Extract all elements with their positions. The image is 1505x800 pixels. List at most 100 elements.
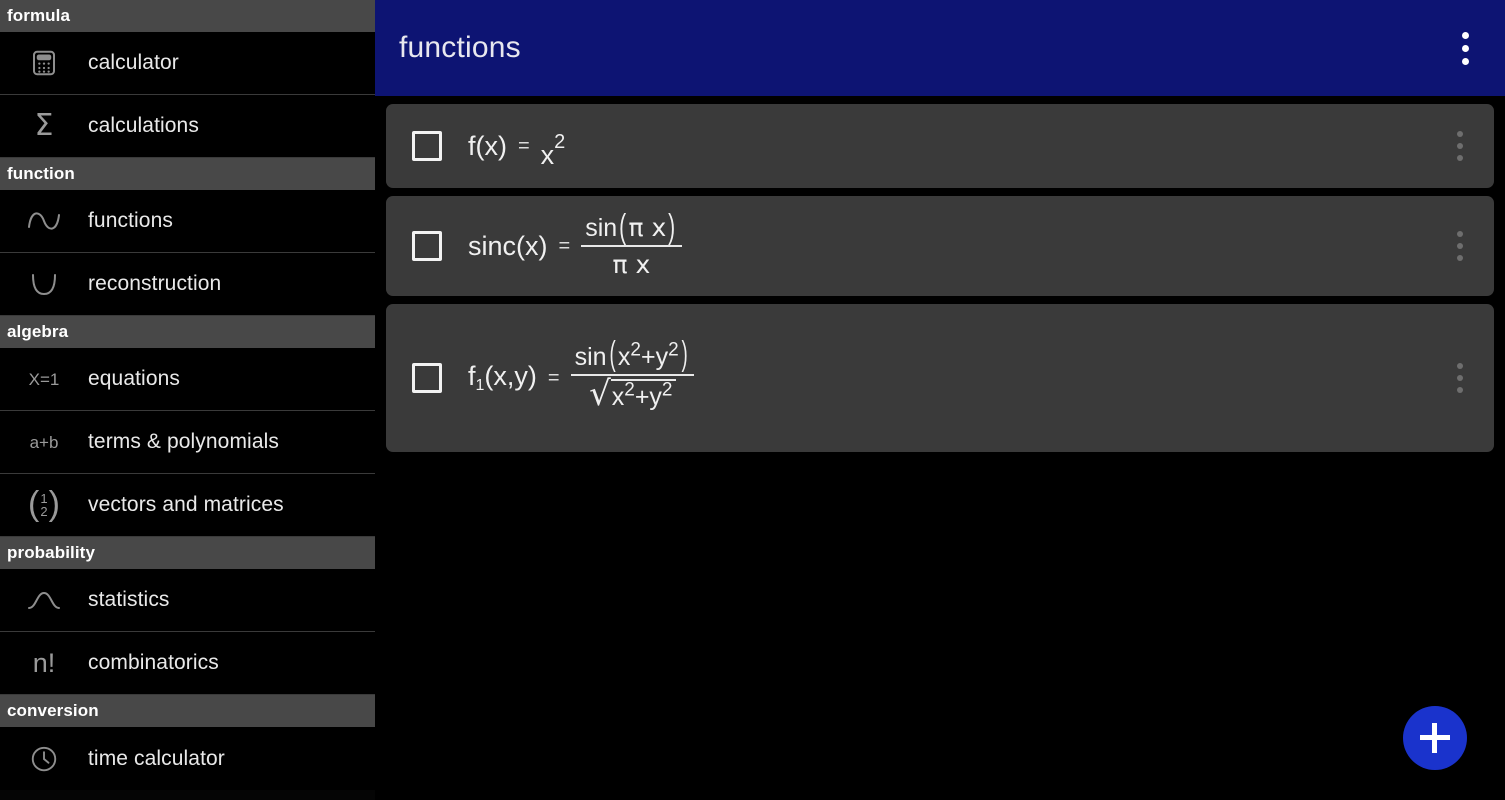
formula-lhs: sinc(x)	[468, 230, 548, 261]
a-plus-b-icon-text: a+b	[29, 432, 59, 452]
sidebar-item-reconstruction[interactable]: reconstruction	[0, 253, 375, 316]
column-vector-icon: ( 1 2 )	[0, 485, 88, 524]
left-paren: (	[619, 208, 627, 246]
vector-left-paren: (	[28, 485, 40, 524]
square-root-icon: √ x2+y2	[589, 374, 676, 414]
sidebar-item-calculations[interactable]: Σ calculations	[0, 95, 375, 158]
fraction-denominator: π x	[612, 250, 651, 279]
more-vertical-icon[interactable]	[1443, 18, 1487, 78]
kebab-dot	[1457, 243, 1463, 249]
power-exponent: 2	[554, 130, 566, 153]
formula-row[interactable]: f1(x,y) = sin(x2+y2) √ x2+y2	[386, 304, 1494, 452]
formula-row[interactable]: sinc(x) = sin(π x) π x	[386, 196, 1494, 296]
sidebar-item-time-calculator[interactable]: time calculator	[0, 727, 375, 790]
formula-rhs-fraction: sin(π x) π x	[581, 208, 682, 279]
kebab-dot	[1457, 143, 1463, 149]
formula-lhs: f1(x,y)	[468, 361, 537, 395]
a-plus-b-icon: a+b	[0, 434, 88, 451]
den-base-2: y	[649, 383, 662, 411]
kebab-dot	[1461, 57, 1469, 65]
sidebar-item-vectors-and-matrices[interactable]: ( 1 2 ) vectors and matrices	[0, 474, 375, 537]
numerator-argument: π x	[628, 213, 667, 242]
power-base: x	[540, 139, 555, 170]
formula-row-menu-icon[interactable]	[1438, 116, 1482, 176]
lhs-arguments: (x,y)	[484, 361, 537, 391]
den-operator: +	[634, 383, 650, 411]
add-formula-button[interactable]	[1403, 706, 1467, 770]
clock-icon	[0, 744, 88, 774]
formula-row-menu-icon[interactable]	[1438, 216, 1482, 276]
plus-icon	[1420, 723, 1450, 753]
kebab-dot	[1461, 31, 1469, 39]
formula-expression: sinc(x) = sin(π x) π x	[468, 208, 1488, 279]
num-exp-1: 2	[630, 339, 641, 361]
sidebar-item-functions[interactable]: functions	[0, 190, 375, 253]
num-exp-2: 2	[668, 339, 679, 361]
num-base-1: x	[617, 343, 631, 371]
formula-equals: =	[517, 134, 530, 157]
sidebar-item-label: statistics	[88, 588, 170, 611]
kebab-dot	[1457, 131, 1463, 137]
x-equals-one-icon: X=1	[0, 371, 88, 388]
fraction-numerator: sin(x2+y2)	[571, 335, 694, 374]
sidebar-item-calculator[interactable]: calculator	[0, 32, 375, 95]
app-root: formula calculator Σ calculations functi…	[0, 0, 1505, 800]
den-base-1: x	[611, 383, 625, 411]
formula-row-menu-icon[interactable]	[1438, 348, 1482, 408]
sidebar-section-conversion: conversion	[0, 695, 375, 727]
vector-right-paren: )	[48, 485, 60, 524]
formula-row[interactable]: f(x) = x 2	[386, 104, 1494, 188]
sidebar-item-label: functions	[88, 209, 173, 232]
calculator-icon	[0, 48, 88, 78]
page-title: functions	[399, 31, 521, 64]
kebab-dot	[1457, 387, 1463, 393]
sidebar-item-statistics[interactable]: statistics	[0, 569, 375, 632]
fraction-denominator: √ x2+y2	[585, 376, 679, 414]
sidebar-section-formula: formula	[0, 0, 375, 32]
kebab-dot	[1457, 375, 1463, 381]
sidebar-item-label: combinatorics	[88, 651, 219, 674]
numerator-function: sin	[585, 214, 618, 242]
formula-checkbox[interactable]	[412, 231, 442, 261]
formula-expression: f1(x,y) = sin(x2+y2) √ x2+y2	[468, 335, 1488, 414]
formula-checkbox[interactable]	[412, 363, 442, 393]
vector-value-bottom: 2	[40, 504, 48, 519]
formula-checkbox[interactable]	[412, 131, 442, 161]
sidebar-item-equations[interactable]: X=1 equations	[0, 348, 375, 411]
num-base-2: y	[655, 343, 669, 371]
formula-list: f(x) = x 2 sinc(x) = sin(π x) π x f1(x,y…	[375, 96, 1505, 452]
sidebar-section-algebra: algebra	[0, 316, 375, 348]
sidebar-item-label: vectors and matrices	[88, 493, 284, 516]
kebab-dot	[1461, 44, 1469, 52]
sidebar-item-terms-polynomials[interactable]: a+b terms & polynomials	[0, 411, 375, 474]
kebab-dot	[1457, 255, 1463, 261]
x-equals-one-icon-text: X=1	[28, 369, 60, 389]
left-paren: (	[609, 335, 616, 373]
kebab-dot	[1457, 231, 1463, 237]
main-content: functions f(x) = x 2 sinc(x) = sin(π x) …	[375, 0, 1505, 800]
sidebar-item-label: reconstruction	[88, 272, 222, 295]
kebab-dot	[1457, 363, 1463, 369]
n-factorial-icon-text: n!	[32, 647, 56, 678]
formula-lhs: f(x)	[468, 130, 507, 161]
sidebar-item-label: calculations	[88, 114, 199, 137]
sidebar-item-label: equations	[88, 367, 180, 390]
formula-equals: =	[547, 366, 560, 389]
bell-curve-icon	[0, 589, 88, 611]
formula-equals: =	[558, 234, 571, 257]
sidebar-item-combinatorics[interactable]: n! combinatorics	[0, 632, 375, 695]
radical-sign: √	[589, 374, 611, 414]
den-exp-2: 2	[661, 379, 673, 401]
right-paren: )	[681, 335, 688, 373]
kebab-dot	[1457, 155, 1463, 161]
formula-rhs-fraction: sin(x2+y2) √ x2+y2	[570, 335, 694, 414]
right-paren: )	[668, 208, 676, 246]
sidebar-section-function: function	[0, 158, 375, 190]
sidebar-item-label: terms & polynomials	[88, 430, 279, 453]
app-bar: functions	[375, 0, 1505, 96]
formula-rhs: x 2	[541, 130, 566, 170]
formula-expression: f(x) = x 2	[468, 130, 1488, 170]
fraction-numerator: sin(π x)	[581, 208, 681, 246]
wave-curve-icon	[0, 208, 88, 234]
den-exp-1: 2	[624, 379, 635, 401]
